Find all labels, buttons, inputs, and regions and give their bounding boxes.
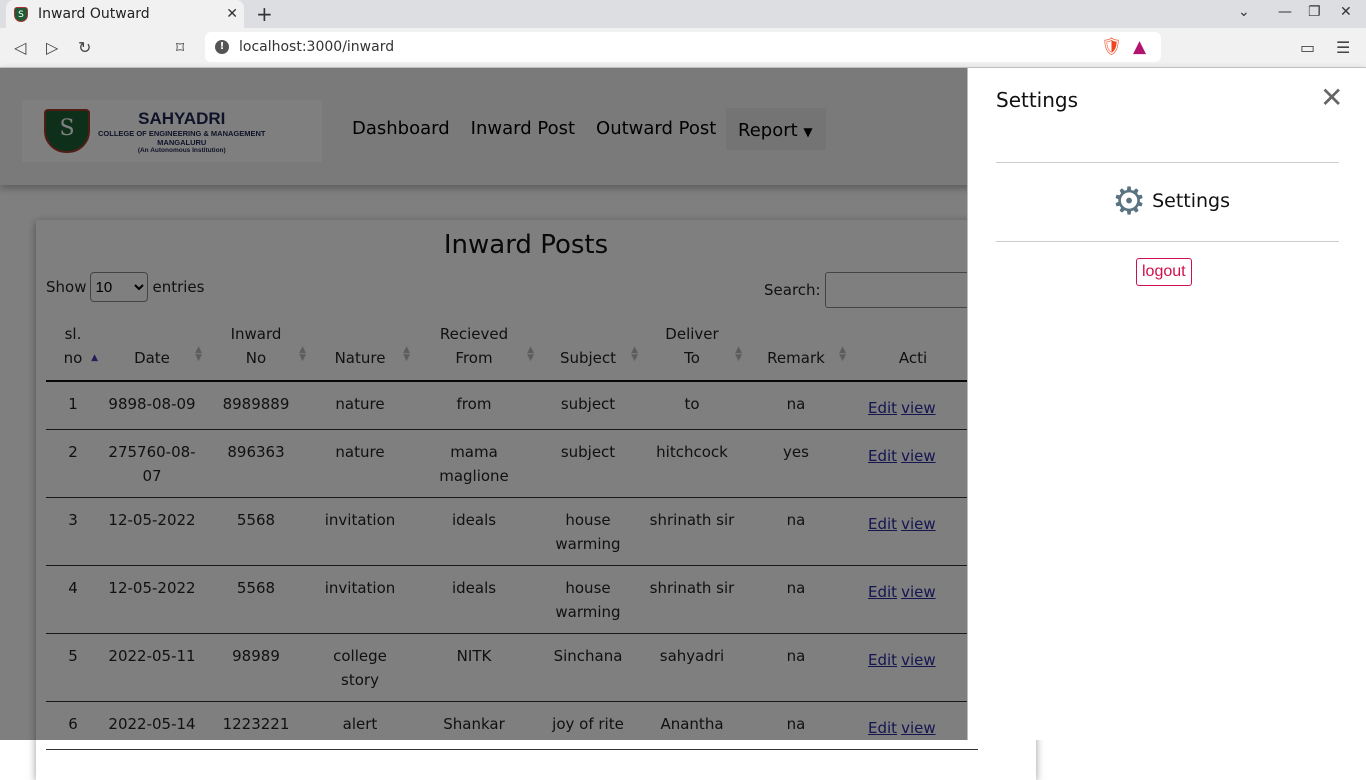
brave-rewards-icon[interactable]: ▲ xyxy=(1133,37,1146,57)
logout-button[interactable]: logout xyxy=(1136,258,1192,286)
back-icon[interactable]: ◁ xyxy=(14,38,26,57)
panel-title: Settings xyxy=(996,88,1079,112)
favicon-icon: S xyxy=(14,6,28,22)
bookmark-icon[interactable]: ⌑ xyxy=(176,38,184,57)
browser-tabbar: S Inward Outward ✕ + ⌄ — ❐ ✕ xyxy=(0,0,1366,28)
settings-link[interactable]: ⚙ Settings xyxy=(1112,179,1231,223)
menu-icon[interactable]: ☰ xyxy=(1336,38,1350,57)
address-bar[interactable]: ! localhost:3000/inward 🛡 ▲ xyxy=(205,32,1161,62)
reload-icon[interactable]: ↻ xyxy=(78,38,91,57)
divider xyxy=(996,241,1339,242)
tab-list-icon[interactable]: ⌄ xyxy=(1238,4,1250,20)
close-icon[interactable]: ✕ xyxy=(1320,84,1343,112)
close-window-icon[interactable]: ✕ xyxy=(1340,4,1352,20)
restore-icon[interactable]: ❐ xyxy=(1308,4,1321,20)
site-info-icon[interactable]: ! xyxy=(215,40,229,54)
tab-title: Inward Outward xyxy=(38,6,150,22)
settings-label: Settings xyxy=(1152,190,1231,212)
gear-icon: ⚙ xyxy=(1112,179,1147,223)
new-tab-icon[interactable]: + xyxy=(256,2,273,26)
url-text: localhost:3000/inward xyxy=(239,39,395,55)
browser-toolbar: ◁ ▷ ↻ ⌑ ! localhost:3000/inward 🛡 ▲ ▭ ☰ xyxy=(0,28,1366,68)
browser-tab[interactable]: S Inward Outward ✕ xyxy=(6,0,244,28)
brave-shield-icon[interactable]: 🛡 xyxy=(1101,37,1123,57)
close-tab-icon[interactable]: ✕ xyxy=(226,6,238,22)
divider xyxy=(996,162,1339,163)
forward-icon[interactable]: ▷ xyxy=(46,38,58,57)
minimize-icon[interactable]: — xyxy=(1278,4,1292,20)
wallet-icon[interactable]: ▭ xyxy=(1300,38,1315,57)
settings-panel: Settings ✕ ⚙ Settings logout xyxy=(967,68,1366,740)
